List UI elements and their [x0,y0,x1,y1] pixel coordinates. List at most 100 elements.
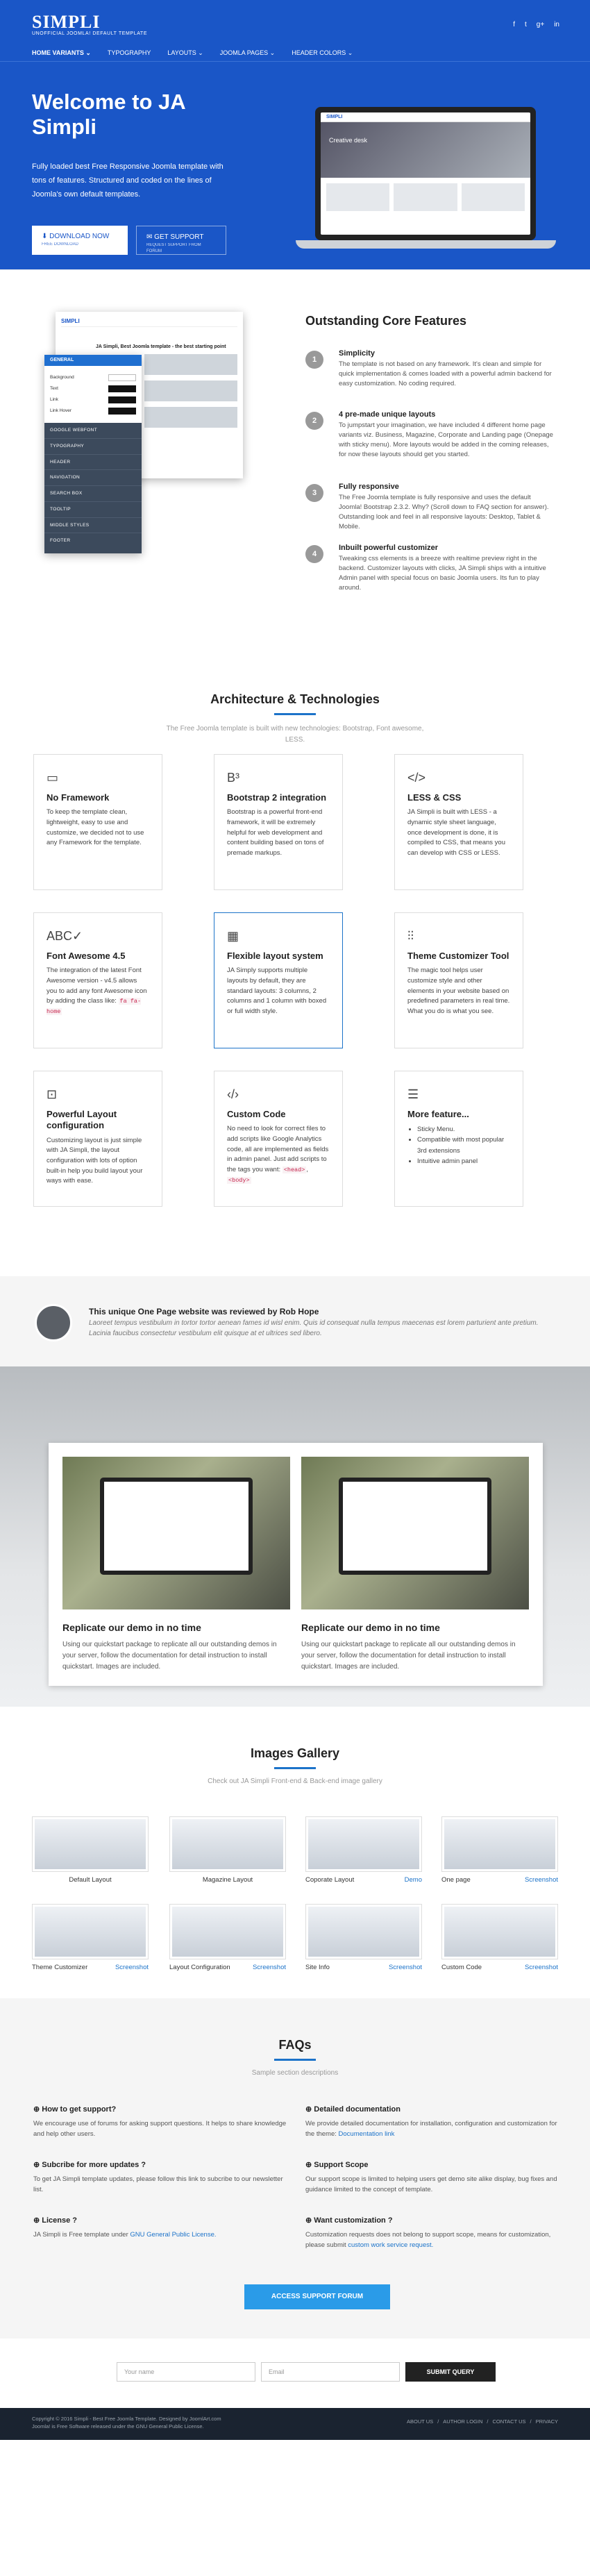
demo-box: Replicate our demo in no time Using our … [49,1443,543,1686]
customizer-general-header[interactable]: GENERAL [44,355,142,366]
gallery-item[interactable]: Theme Customizer Screenshot [32,1904,149,1973]
demo-image [301,1457,529,1609]
list-item: Sticky Menu. [417,1124,510,1135]
download-icon: ⬇ [42,233,50,240]
footer-link-login[interactable]: AUTHOR LOGIN [443,2418,482,2425]
faq-question: How to get support? [42,2105,117,2114]
gallery-tag-link[interactable]: Demo [405,1875,422,1885]
copyright-text: Copyright © 2016 Simpli - Best Free Joom… [32,2416,221,2422]
question-icon: ⊕ [305,2216,314,2225]
gallery-tag-link[interactable]: Screenshot [389,1963,422,1973]
feature-number: 2 [305,412,323,430]
gallery-item[interactable]: Custom Code Screenshot [441,1904,558,1973]
feature-card: ABC✓ Font Awesome 4.5 The integration of t… [33,912,162,1048]
card-title: Font Awesome 4.5 [47,951,126,961]
hero-title: Welcome to JA Simpli [32,90,185,139]
feature-text: The template is not based on any framewo… [339,360,552,388]
feature-card: ▦ Flexible layout system JA Simply support… [214,912,343,1048]
submit-query-button[interactable]: SUBMIT QUERY [405,2362,496,2382]
google-plus-icon[interactable]: g+ [537,19,544,30]
card-title: Theme Customizer Tool [407,951,509,961]
gallery-tag-link[interactable]: Screenshot [525,1875,558,1885]
card-text: JA Simpli is built with LESS - a dynamic… [407,808,505,858]
gallery-tag-link[interactable]: Screenshot [115,1963,149,1973]
facebook-icon[interactable]: f [513,19,515,30]
license-link[interactable]: GNU General Public License. [130,2231,216,2239]
gallery-item[interactable]: Magazine Layout [169,1816,286,1885]
footer-link-privacy[interactable]: PRIVACY [536,2418,558,2425]
card-text: The magic tool helps user customize styl… [407,967,510,1016]
gallery-tag-link[interactable]: Screenshot [525,1963,558,1973]
demo-title: Replicate our demo in no time [62,1622,201,1633]
laptop-screen-banner: Creative desk [321,122,530,178]
twitter-icon[interactable]: t [525,19,527,30]
demo-item: Replicate our demo in no time Using our … [301,1457,529,1673]
review-text: Laoreet tempus vestibulum in tortor tort… [89,1319,539,1337]
card-title: LESS & CSS [407,792,462,803]
feature-title: Fully responsive [339,483,399,491]
cust-text-label: Text [50,386,58,391]
documentation-link[interactable]: Documentation link [339,2130,395,2138]
cust-menu-item[interactable]: MIDDLE STYLES [44,518,142,534]
code-snippet: <head> [282,1166,307,1174]
question-icon: ⊕ [33,2161,42,2169]
get-support-button[interactable]: ✉ GET SUPPORT REQUEST SUPPORT FROM FORUM [136,226,226,255]
spell-check-icon: ABC✓ [47,929,83,943]
architecture-section: Architecture & Technologies The Free Joo… [0,665,590,1276]
linkedin-icon[interactable]: in [554,19,559,30]
cust-menu-item[interactable]: FOOTER [44,533,142,549]
feature-card: ⊡ Powerful Layout configuration Customizin… [33,1071,162,1207]
cust-menu-item[interactable]: NAVIGATION [44,470,142,486]
site-slogan: UNOFFICIAL JOOMLA! DEFAULT TEMPLATE [32,31,148,36]
feature-text: The Free Joomla template is fully respon… [339,493,549,531]
list-icon: ☰ [407,1087,419,1101]
gallery-label: Theme Customizer [32,1964,88,1971]
faq-section: FAQs Sample section descriptions ⊕ How t… [0,1998,590,2339]
download-now-button[interactable]: ⬇ DOWNLOAD NOW FREE DOWNLOAD [32,226,128,255]
access-support-forum-button[interactable]: ACCESS SUPPORT FORUM [244,2284,390,2309]
card-text: JA Simply supports multiple layouts by d… [227,967,327,1016]
gallery-label: Coporate Layout [305,1876,355,1884]
download-sublabel: FREE DOWNLOAD [42,242,79,246]
site-header: SIMPLI UNOFFICIAL JOOMLA! DEFAULT TEMPLA… [0,0,590,63]
cust-menu-item[interactable]: GOOGLE WEBFONT [44,423,142,439]
card-text: No need to look for correct files to add… [227,1125,329,1174]
faq-question: Support Scope [314,2161,369,2169]
customizer-panel: GENERAL Background Text Link Link Hover … [44,355,142,553]
feature-title: 4 pre-made unique layouts [339,410,436,419]
gallery-item[interactable]: Layout Configuration Screenshot [169,1904,286,1973]
gallery-item[interactable]: One page Screenshot [441,1816,558,1885]
gallery-desc: Check out JA Simpli Front-end & Back-end… [208,1778,382,1785]
email-input[interactable]: Email [261,2362,400,2382]
gallery-item[interactable]: Coporate Layout Demo [305,1816,422,1885]
cust-link-hover-label: Link Hover [50,408,72,413]
faq-item: ⊕ Detailed documentation We provide detai… [305,2104,562,2139]
cust-menu-item[interactable]: TYPOGRAPHY [44,439,142,455]
preview-heading: JA Simpli, Best Joomla template - the be… [96,344,226,349]
name-input[interactable]: Your name [117,2362,255,2382]
faq-question: Detailed documentation [314,2105,401,2114]
license-text: Joomla! is Free Software released under … [32,2423,204,2429]
footer-link-about[interactable]: ABOUT US [407,2418,433,2425]
site-footer: Copyright © 2016 Simpli - Best Free Joom… [0,2408,590,2440]
cust-menu-item[interactable]: TOOLTIP [44,502,142,518]
feature-card: ‹/› Custom Code No need to look for correc… [214,1071,343,1207]
demo-text: Using our quickstart package to replicat… [301,1641,516,1671]
demo-text: Using our quickstart package to replicat… [62,1641,277,1671]
cust-menu-item[interactable]: SEARCH BOX [44,486,142,502]
feature-card: ▭ No Framework To keep the template clean,… [33,754,162,890]
faq-item: ⊕ Subcribe for more updates ? To get JA S… [33,2159,290,2195]
feature-card: B³ Bootstrap 2 integration Bootstrap is a … [214,754,343,890]
footer-link-contact[interactable]: CONTACT US [492,2418,525,2425]
gallery-item[interactable]: Site Info Screenshot [305,1904,422,1973]
faq-title: FAQs [278,2038,312,2052]
faq-question: Want customization ? [314,2216,393,2225]
gallery-item[interactable]: Default Layout [32,1816,149,1885]
card-title: Bootstrap 2 integration [227,792,327,803]
layout-icon: ▦ [227,929,239,943]
custom-work-link[interactable]: custom work service request. [348,2241,433,2249]
hero-laptop-image: SIMPLI Creative desk [296,107,556,253]
cust-menu-item[interactable]: HEADER [44,455,142,471]
support-sublabel: REQUEST SUPPORT FROM FORUM [146,243,201,253]
gallery-tag-link[interactable]: Screenshot [253,1963,286,1973]
